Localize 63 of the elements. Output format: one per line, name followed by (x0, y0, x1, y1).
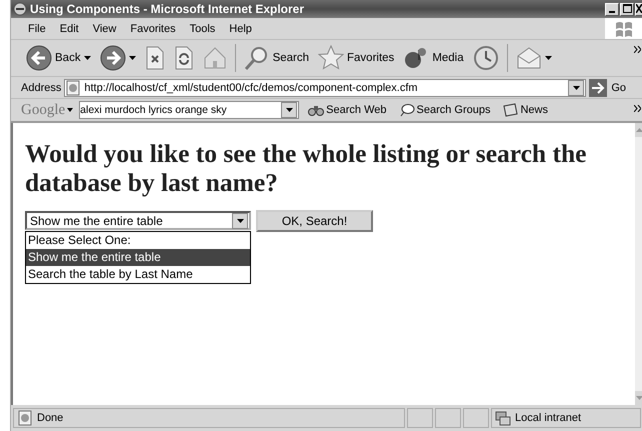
refresh-icon (174, 46, 194, 70)
status-pane (407, 408, 433, 428)
status-pane (435, 408, 461, 428)
menu-item[interactable]: Favorites (123, 22, 183, 34)
menu-item[interactable]: View (86, 22, 124, 34)
maximize-icon (622, 4, 632, 12)
menu-item[interactable]: Help (222, 22, 259, 34)
close-button[interactable] (635, 2, 642, 16)
stop-icon (144, 46, 165, 70)
history-icon (472, 45, 499, 71)
search-icon (244, 45, 270, 71)
minimize-button[interactable] (605, 2, 619, 16)
envelope-icon (516, 46, 542, 70)
page-icon (17, 410, 33, 426)
chevron-icon[interactable] (634, 44, 642, 56)
window-title: Using Components - Microsoft Internet Explorer (30, 2, 304, 16)
dropdown-button[interactable] (232, 212, 248, 228)
speech-bubble-icon (398, 103, 414, 117)
star-icon (318, 45, 344, 71)
toolbar-button[interactable]: Search (240, 45, 312, 71)
zone-indicator: Local intranet (491, 408, 641, 428)
toolbar-button[interactable]: Back (23, 45, 94, 71)
maximize-button[interactable] (620, 2, 634, 16)
dropdown-option[interactable]: Search the table by Last Name (26, 266, 250, 283)
menu-item[interactable]: Tools (182, 22, 222, 34)
caret-icon (544, 56, 552, 60)
toolbar-button[interactable]: Media (400, 46, 467, 70)
arrow-icon (589, 78, 608, 96)
address-label: Address (21, 82, 62, 94)
go-button[interactable]: Go (589, 78, 626, 96)
binoculars-icon (308, 103, 324, 117)
search-field[interactable]: alexi murdoch lyrics orange sky (79, 101, 300, 119)
toolbar-button[interactable]: Search Web (305, 103, 390, 117)
house-icon (202, 46, 227, 70)
caret-icon (128, 56, 136, 60)
status-pane (463, 408, 489, 428)
caret-icon (236, 218, 244, 222)
page-heading: Would you like to see the whole listing or search the database by last name? (25, 139, 588, 197)
menu-item[interactable]: File (21, 22, 53, 34)
select-dropdown[interactable]: Show me the entire table (25, 211, 251, 230)
dropdown-button[interactable] (568, 80, 584, 96)
newspaper-icon (502, 103, 518, 117)
status-text: Done (13, 408, 405, 428)
browser-icon (13, 2, 27, 16)
search-button[interactable]: OK, Search! (256, 210, 373, 232)
menu-item[interactable]: Edit (52, 22, 86, 34)
page-icon (65, 80, 82, 96)
dropdown-option[interactable]: Please Select One: (26, 232, 250, 249)
caret-icon (572, 86, 580, 90)
chevron-icon[interactable] (634, 103, 642, 115)
caret-icon (67, 108, 74, 112)
close-icon (636, 4, 642, 12)
caret-icon (84, 56, 91, 60)
toolbar-button[interactable]: Search Groups (396, 103, 494, 117)
minimize-icon (609, 10, 615, 12)
toolbar-button[interactable]: News (499, 103, 551, 117)
dropdown-button[interactable] (281, 102, 298, 118)
windows-logo-icon (605, 18, 642, 39)
caret-icon (286, 108, 293, 112)
dropdown-option[interactable]: Show me the entire table (26, 249, 250, 266)
address-field[interactable]: http://localhost/cf_xml/student00/cfc/demos/component-complex.cfm (64, 78, 586, 96)
network-icon (495, 410, 511, 426)
toolbar-button[interactable]: Favorites (315, 45, 398, 71)
